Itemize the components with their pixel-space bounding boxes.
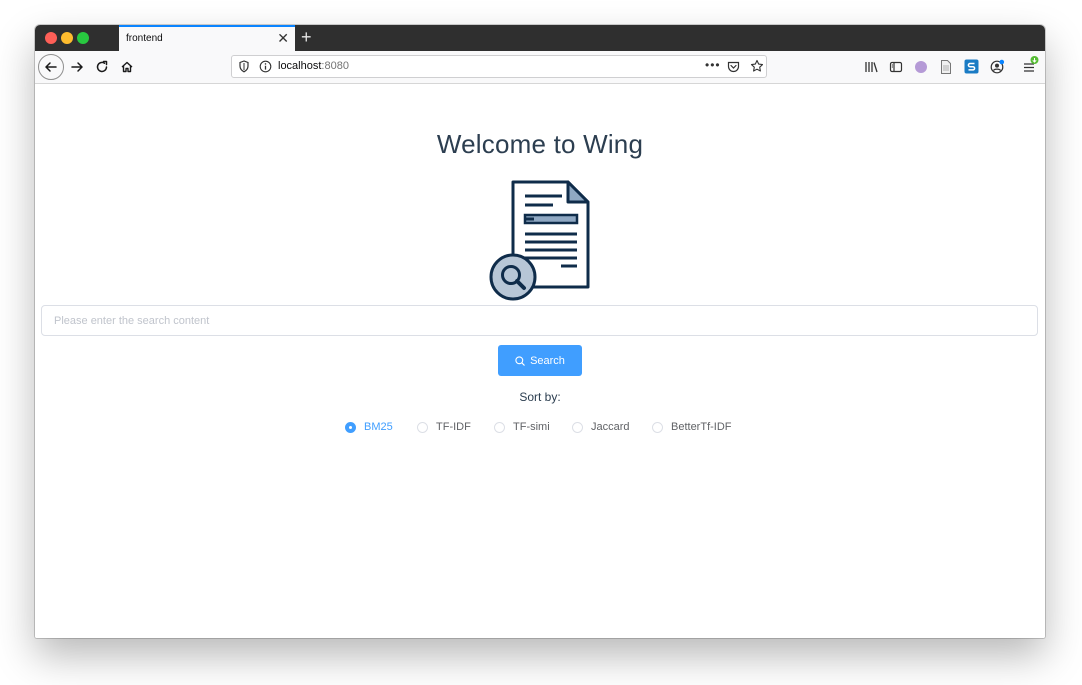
close-window-button[interactable] xyxy=(45,32,57,44)
radio-label: TF-simi xyxy=(513,421,550,433)
star-icon[interactable] xyxy=(750,59,764,73)
hamburger-menu-icon[interactable] xyxy=(1022,55,1040,75)
radio-label: BM25 xyxy=(364,421,393,433)
minimize-window-button[interactable] xyxy=(61,32,73,44)
page-actions-menu[interactable]: ••• xyxy=(705,58,721,72)
home-button[interactable] xyxy=(115,55,139,79)
search-button-label: Search xyxy=(530,354,565,367)
url-text: localhost:8080 xyxy=(278,60,349,72)
search-button[interactable]: Search xyxy=(498,345,582,376)
sidebar-icon[interactable] xyxy=(889,60,903,74)
new-tab-button[interactable]: + xyxy=(301,26,312,48)
tab-strip: frontend ✕ + xyxy=(35,25,1045,51)
shield-icon[interactable] xyxy=(238,60,250,73)
forward-button[interactable] xyxy=(65,55,89,79)
url-port: :8080 xyxy=(321,60,349,72)
sort-radio-group: BM25 TF-IDF TF-simi Jaccard BetterTf-IDF xyxy=(35,421,1045,435)
reload-icon xyxy=(96,60,108,73)
radio-indicator xyxy=(572,421,583,433)
search-icon xyxy=(515,355,525,366)
url-host: localhost xyxy=(278,60,322,72)
radio-indicator xyxy=(494,421,505,433)
search-input[interactable] xyxy=(41,305,1038,336)
pocket-icon[interactable] xyxy=(727,60,740,73)
page-title: Welcome to Wing xyxy=(436,129,644,159)
back-button[interactable] xyxy=(38,54,64,80)
url-bar[interactable]: localhost:8080 ••• xyxy=(231,55,767,78)
reload-button[interactable] xyxy=(90,55,114,79)
account-icon[interactable] xyxy=(990,59,1005,74)
tab-frontend[interactable]: frontend ✕ xyxy=(119,25,295,51)
info-icon[interactable] xyxy=(259,60,272,73)
radio-label: TF-IDF xyxy=(436,421,471,433)
arrow-right-icon xyxy=(71,62,83,72)
extension-s-icon[interactable] xyxy=(964,59,979,74)
home-icon xyxy=(121,61,133,73)
radio-indicator xyxy=(652,421,663,433)
reader-document-icon[interactable] xyxy=(939,59,953,75)
arrow-left-icon xyxy=(45,62,57,72)
page-content: Welcome to Wing Search Sort by: xyxy=(35,84,1045,638)
radio-bettertf-idf[interactable]: BetterTf-IDF xyxy=(652,421,732,433)
radio-indicator-checked xyxy=(345,421,356,433)
document-search-logo-icon xyxy=(489,180,590,301)
radio-bm25[interactable]: BM25 xyxy=(345,421,393,433)
tab-close-icon[interactable]: ✕ xyxy=(277,29,289,47)
radio-indicator xyxy=(417,421,428,433)
library-icon[interactable] xyxy=(864,60,878,74)
radio-label: Jaccard xyxy=(591,421,630,433)
zoom-window-button[interactable] xyxy=(77,32,89,44)
navigation-toolbar: localhost:8080 ••• xyxy=(35,51,1045,84)
radio-jaccard[interactable]: Jaccard xyxy=(572,421,630,433)
sort-by-label: Sort by: xyxy=(519,390,561,404)
radio-tf-simi[interactable]: TF-simi xyxy=(494,421,550,433)
tab-title: frontend xyxy=(126,33,163,44)
extension-purple-icon[interactable] xyxy=(914,60,928,74)
radio-label: BetterTf-IDF xyxy=(671,421,732,433)
radio-tf-idf[interactable]: TF-IDF xyxy=(417,421,471,433)
browser-window: frontend ✕ + localhost:8080 ••• Welcome … xyxy=(35,25,1045,638)
